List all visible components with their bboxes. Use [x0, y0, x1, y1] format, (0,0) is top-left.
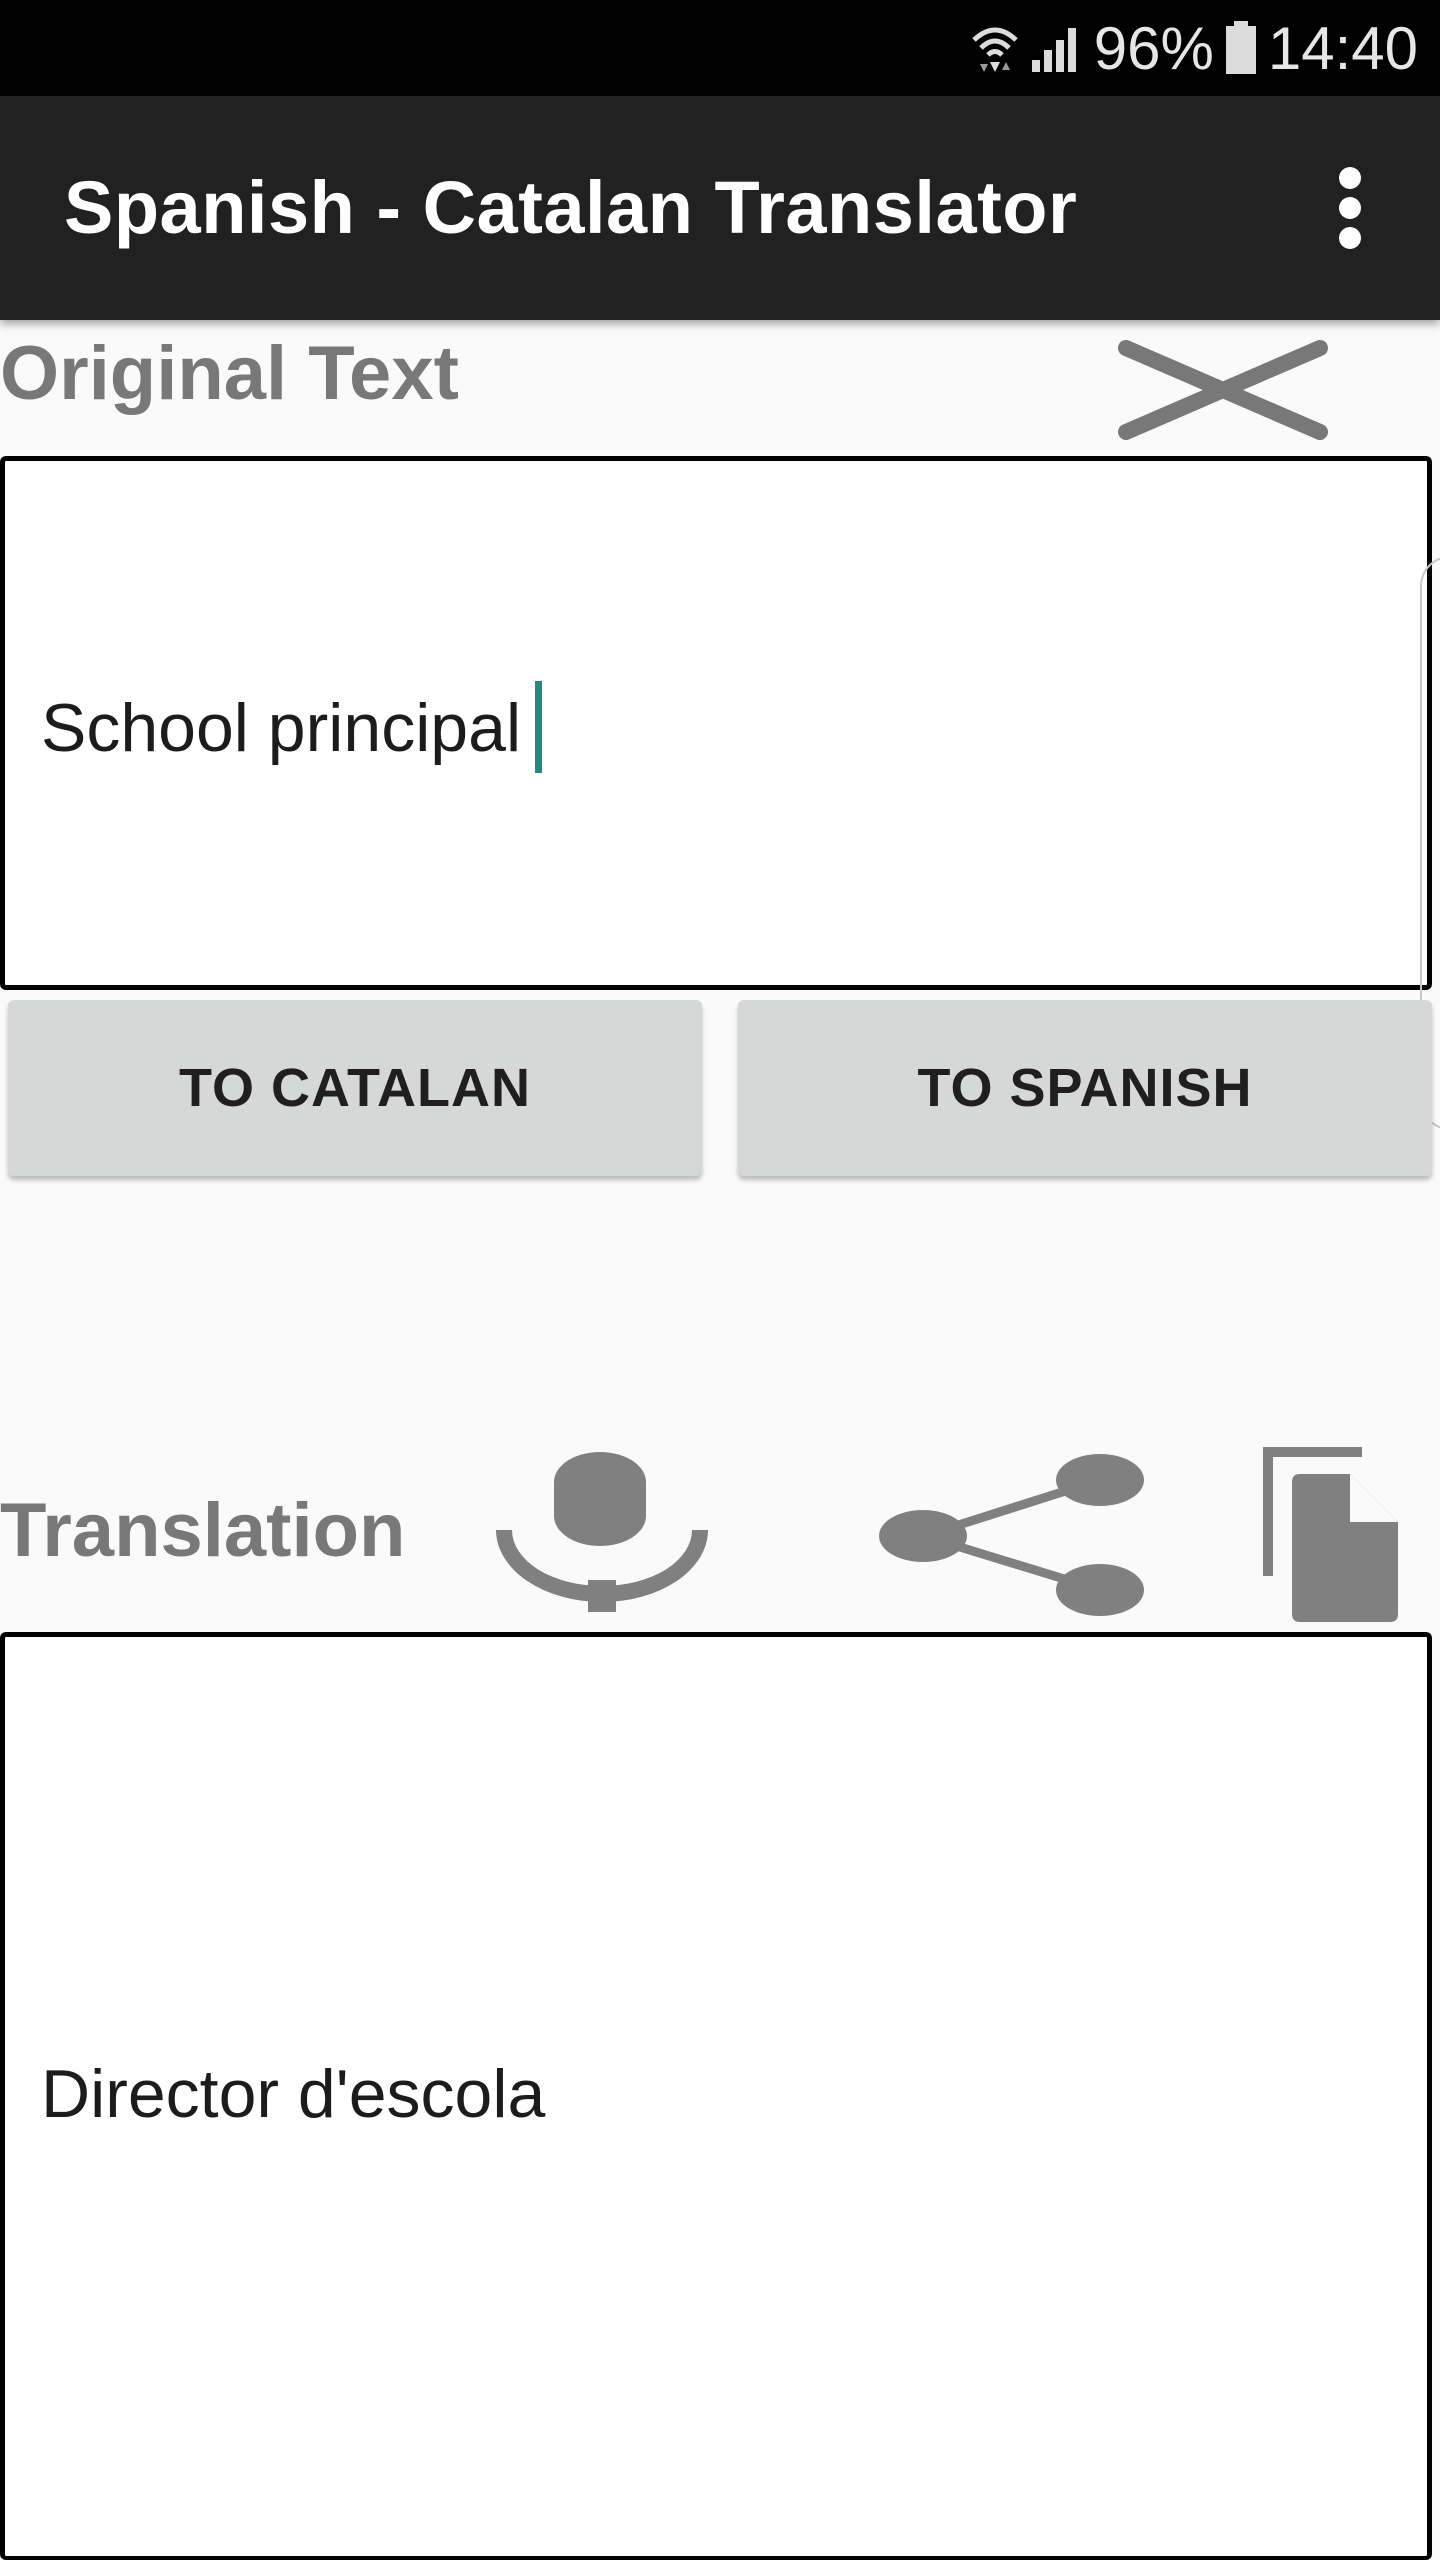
signal-icon: [1030, 22, 1084, 74]
status-indicators: 96% 14:40: [970, 0, 1418, 96]
battery-percent: 96%: [1093, 14, 1214, 82]
battery-icon: [1224, 21, 1258, 75]
status-bar: 96% 14:40: [0, 0, 1440, 96]
app-title: Spanish - Catalan Translator: [64, 166, 1078, 249]
microphone-icon[interactable]: [496, 1452, 708, 1612]
original-text-label: Original Text: [0, 331, 459, 416]
app-bar: Spanish - Catalan Translator: [0, 96, 1440, 320]
original-text-value-wrap: School principal: [41, 681, 543, 779]
original-text-input[interactable]: School principal: [0, 456, 1432, 990]
wifi-icon: [970, 22, 1020, 74]
text-cursor: [535, 681, 543, 773]
to-spanish-button[interactable]: TO SPANISH: [738, 1000, 1432, 1176]
clock: 14:40: [1267, 14, 1418, 82]
to-catalan-button[interactable]: TO CATALAN: [8, 1000, 702, 1176]
translation-value: Director d'escola: [41, 2056, 546, 2132]
translation-label: Translation: [0, 1488, 406, 1573]
share-icon[interactable]: [878, 1452, 1148, 1618]
copy-icon[interactable]: [1262, 1446, 1402, 1626]
translation-output: Director d'escola: [0, 1632, 1432, 2560]
more-vert-icon[interactable]: [1300, 158, 1400, 258]
clear-icon[interactable]: [1118, 340, 1328, 440]
original-text-value: School principal: [41, 689, 522, 766]
